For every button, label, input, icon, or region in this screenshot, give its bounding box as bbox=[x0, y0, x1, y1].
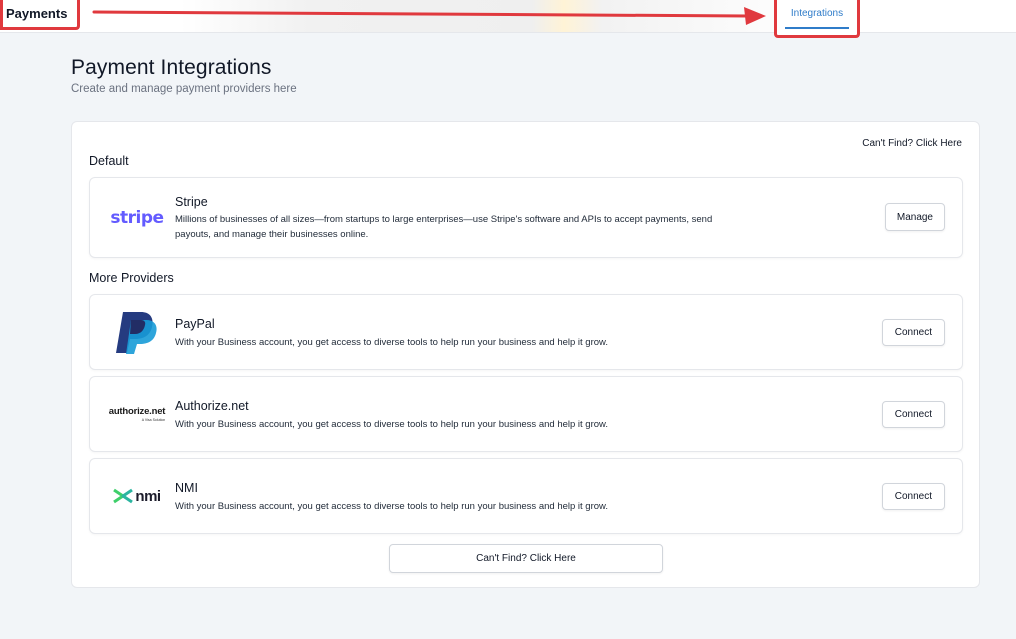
authorize-net-logo: authorize.net A Visa Solution bbox=[102, 377, 172, 451]
provider-description: With your Business account, you get acce… bbox=[175, 501, 609, 512]
provider-name: Stripe bbox=[175, 195, 208, 209]
provider-description: Millions of businesses of all sizes—from… bbox=[175, 214, 713, 240]
cant-find-link[interactable]: Can't Find? Click Here bbox=[862, 138, 962, 149]
paypal-logo-icon bbox=[102, 295, 172, 369]
stripe-logo: stripe bbox=[102, 178, 172, 257]
connect-paypal-button[interactable]: Connect bbox=[881, 319, 945, 346]
nmi-logo: nmi bbox=[102, 459, 172, 533]
authorize-net-logo-text: authorize.net bbox=[108, 406, 166, 417]
page-subtitle: Create and manage payment providers here bbox=[71, 83, 297, 95]
provider-name: NMI bbox=[175, 481, 198, 495]
tab-integrations[interactable]: Integrations bbox=[774, 0, 860, 38]
provider-card-paypal: PayPal With your Business account, you g… bbox=[89, 294, 963, 370]
page-title: Payment Integrations bbox=[71, 56, 272, 79]
provider-card-authorize-net: authorize.net A Visa Solution Authorize.… bbox=[89, 376, 963, 452]
provider-card-stripe: stripe Stripe Millions of businesses of … bbox=[89, 177, 963, 258]
provider-name: Authorize.net bbox=[175, 399, 249, 413]
default-section-label: Default bbox=[89, 154, 129, 168]
active-tab-indicator bbox=[785, 27, 849, 29]
authorize-net-logo-subtext: A Visa Solution bbox=[141, 418, 166, 422]
more-providers-section-label: More Providers bbox=[89, 271, 174, 285]
nmi-mark-icon bbox=[113, 488, 134, 504]
provider-card-nmi: nmi NMI With your Business account, you … bbox=[89, 458, 963, 534]
provider-description: With your Business account, you get acce… bbox=[175, 337, 609, 348]
nmi-logo-text: nmi bbox=[135, 487, 161, 505]
manage-stripe-button[interactable]: Manage bbox=[884, 203, 945, 231]
provider-name: PayPal bbox=[175, 317, 215, 331]
stripe-logo-text: stripe bbox=[110, 207, 164, 228]
tab-integrations-label: Integrations bbox=[790, 8, 844, 19]
connect-authorize-net-button[interactable]: Connect bbox=[881, 401, 945, 428]
integrations-card: Can't Find? Click Here Default stripe St… bbox=[71, 121, 980, 588]
cant-find-button[interactable]: Can't Find? Click Here bbox=[389, 544, 663, 573]
annotation-arrow bbox=[92, 7, 766, 25]
provider-description: With your Business account, you get acce… bbox=[175, 419, 609, 430]
paypal-logo-svg bbox=[116, 312, 157, 354]
connect-nmi-button[interactable]: Connect bbox=[881, 483, 945, 510]
